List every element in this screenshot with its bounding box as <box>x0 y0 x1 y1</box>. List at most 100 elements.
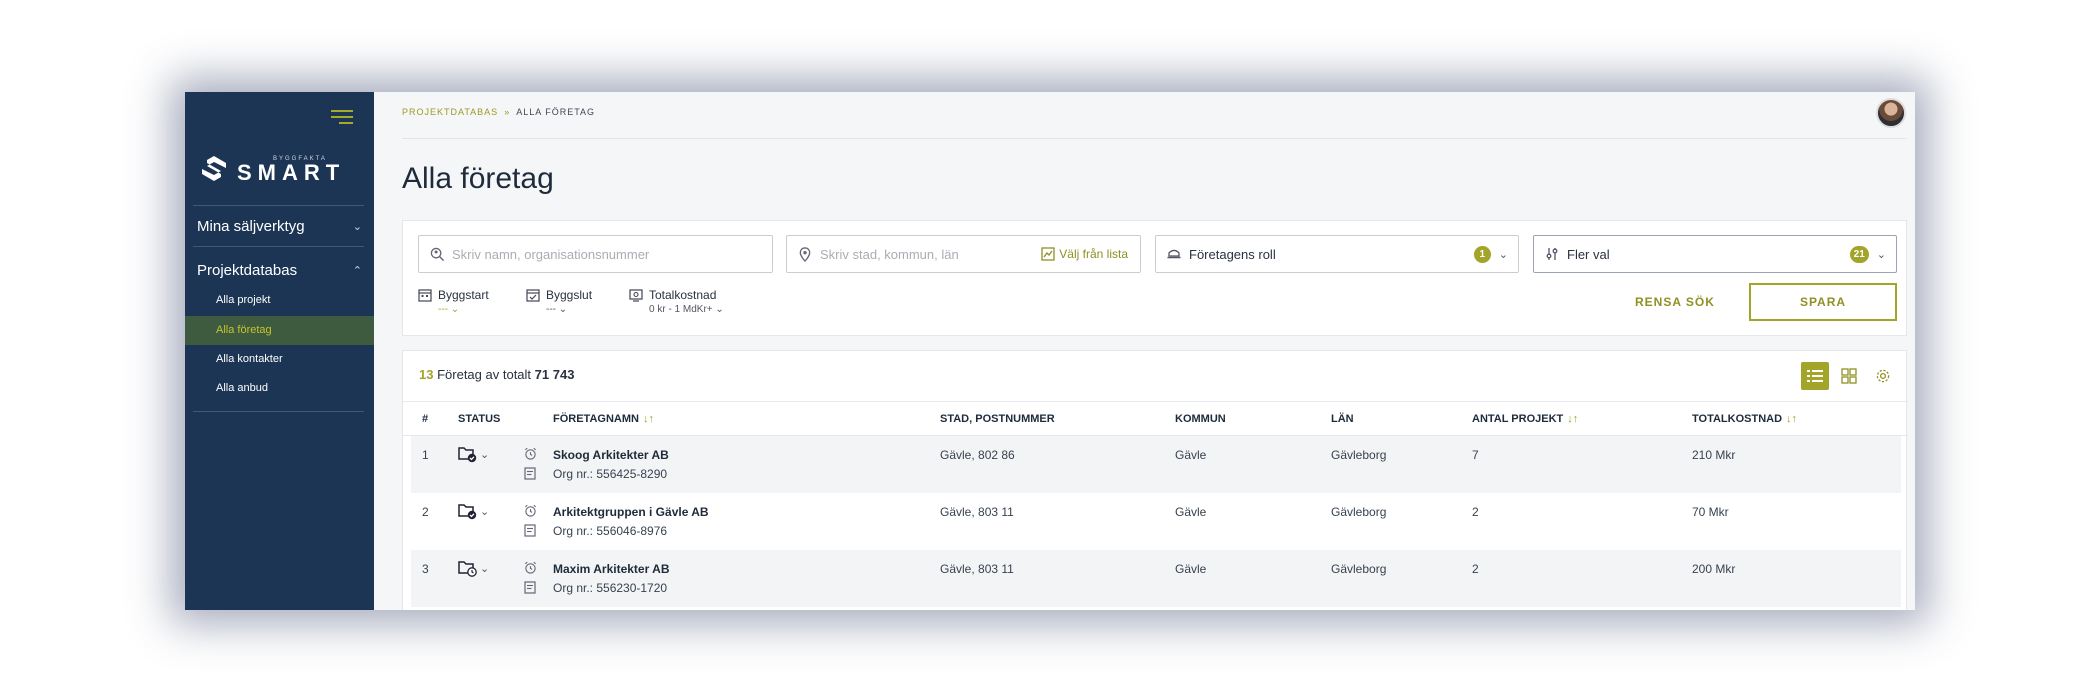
column-header-projects[interactable]: ANTAL PROJEKT ↓↑ <box>1472 413 1578 425</box>
sidebar-item-alla-anbud[interactable]: Alla anbud <box>185 374 374 403</box>
grid-view-button[interactable] <box>1835 362 1863 390</box>
search-placeholder: Skriv namn, organisationsnummer <box>452 246 650 262</box>
chevron-down-icon: ⌄ <box>480 448 490 461</box>
divider <box>193 411 364 412</box>
totalkostnad-label: Totalkostnad <box>649 288 717 302</box>
folder-clock-icon <box>458 561 477 577</box>
search-user-icon <box>428 245 446 263</box>
org-number: Org nr.: 556425-8290 <box>553 467 668 481</box>
role-icon <box>1165 245 1183 263</box>
org-number: Org nr.: 556230-1720 <box>553 581 668 595</box>
results-count-number: 13 <box>419 367 434 382</box>
lan-cell: Gävleborg <box>1331 448 1387 462</box>
list-icon <box>1807 370 1823 382</box>
table-settings-button[interactable] <box>1869 362 1897 390</box>
nav-section-label: Projektdatabas <box>197 262 298 279</box>
folder-check-icon <box>458 447 477 463</box>
org-number: Org nr.: 556046-8976 <box>553 524 668 538</box>
breadcrumb-link-projektdatabas[interactable]: PROJEKTDATABAS <box>402 107 498 117</box>
choose-from-list-label: Välj från lista <box>1059 247 1128 261</box>
cost-cell: 210 Mkr <box>1692 448 1736 462</box>
city-cell: Gävle, 802 86 <box>940 448 1015 462</box>
note-icon[interactable] <box>524 467 536 480</box>
company-search-input[interactable]: Skriv namn, organisationsnummer <box>418 235 773 273</box>
table-row[interactable]: 1 ⌄ Skoog Arkitekter AB Org nr.: 556425-… <box>411 436 1901 493</box>
company-name-link[interactable]: Arkitektgruppen i Gävle AB <box>553 505 709 519</box>
totalkostnad-value: 0 kr - 1 MdKr+ ⌄ <box>649 304 724 315</box>
more-filters-select[interactable]: Fler val 21 ⌄ <box>1533 235 1897 273</box>
status-button[interactable]: ⌄ <box>458 559 489 577</box>
byggslut-label: Byggslut <box>546 288 593 302</box>
avatar[interactable] <box>1876 98 1906 128</box>
sliders-icon <box>1543 245 1561 263</box>
results-count: 13 Företag av totalt 71 743 <box>419 367 574 382</box>
calendar-check-icon <box>526 289 540 302</box>
choose-from-list-button[interactable]: Välj från lista <box>1041 247 1128 261</box>
row-number: 3 <box>422 562 429 576</box>
city-cell: Gävle, 803 11 <box>940 505 1014 519</box>
location-search-input[interactable]: Skriv stad, kommun, län Välj från lista <box>786 235 1141 273</box>
table-row[interactable]: 2 ⌄ Arkitektgruppen i Gävle AB Org nr.: … <box>411 493 1901 550</box>
company-name-link[interactable]: Maxim Arkitekter AB <box>553 562 669 576</box>
sidebar-item-alla-projekt[interactable]: Alla projekt <box>185 286 374 315</box>
alarm-clock-icon[interactable] <box>524 504 537 517</box>
sidebar-item-alla-kontakter[interactable]: Alla kontakter <box>185 345 374 374</box>
note-icon[interactable] <box>524 581 536 594</box>
location-pin-icon <box>796 245 814 263</box>
menu-icon[interactable] <box>331 110 353 126</box>
lan-cell: Gävleborg <box>1331 562 1387 576</box>
kommun-cell: Gävle <box>1175 448 1207 462</box>
breadcrumb-separator: » <box>504 107 511 117</box>
save-button[interactable]: SPARA <box>1749 283 1897 321</box>
divider <box>193 205 364 206</box>
table-row[interactable]: 3 ⌄ Maxim Arkitekter AB Org nr.: 556230-… <box>411 550 1901 607</box>
column-header-city: STAD, POSTNUMMER <box>940 413 1055 425</box>
divider <box>193 246 364 247</box>
calendar-icon <box>418 289 432 302</box>
chevron-down-icon: ⌄ <box>352 221 362 233</box>
status-button[interactable]: ⌄ <box>458 445 489 463</box>
column-header-cost[interactable]: TOTALKOSTNAD ↓↑ <box>1692 413 1797 425</box>
app-window: BYGGFAKTA SMART Mina säljverktyg ⌄ Proje… <box>185 92 1915 610</box>
byggslut-filter[interactable]: Byggslut --- ⌄ <box>526 288 592 315</box>
note-icon[interactable] <box>524 524 536 537</box>
filter-panel: Skriv namn, organisationsnummer Skriv st… <box>402 220 1907 336</box>
results-panel: 13 Företag av totalt 71 743 # STATUS FÖR <box>402 350 1908 610</box>
sort-icon: ↓↑ <box>1567 413 1579 425</box>
folder-check-icon <box>458 504 477 520</box>
alarm-clock-icon[interactable] <box>524 447 537 460</box>
location-placeholder: Skriv stad, kommun, län <box>820 246 959 262</box>
chevron-down-icon: ⌄ <box>1498 248 1508 261</box>
row-number: 2 <box>422 505 429 519</box>
nav-section-mina-saljverktyg[interactable]: Mina säljverktyg ⌄ <box>197 218 362 235</box>
totalkostnad-filter[interactable]: Totalkostnad 0 kr - 1 MdKr+ ⌄ <box>629 288 724 315</box>
list-view-button[interactable] <box>1801 362 1829 390</box>
sidebar: BYGGFAKTA SMART Mina säljverktyg ⌄ Proje… <box>185 92 374 610</box>
byggstart-filter[interactable]: Byggstart --- ⌄ <box>418 288 489 315</box>
results-total: 71 743 <box>534 367 575 382</box>
chevron-down-icon: ⌄ <box>480 562 490 575</box>
column-header-name[interactable]: FÖRETAGNAMN ↓↑ <box>553 413 654 425</box>
status-button[interactable]: ⌄ <box>458 502 489 520</box>
logo[interactable]: BYGGFAKTA SMART <box>199 152 349 188</box>
results-count-text: Företag av totalt <box>437 367 532 382</box>
column-header-num: # <box>422 413 429 425</box>
projects-cell: 2 <box>1472 505 1479 519</box>
company-role-select[interactable]: Företagens roll 1 ⌄ <box>1155 235 1519 273</box>
role-label: Företagens roll <box>1189 246 1276 262</box>
logo-mark-icon <box>202 156 226 181</box>
sidebar-item-alla-foretag[interactable]: Alla företag <box>185 316 374 345</box>
kommun-cell: Gävle <box>1175 505 1207 519</box>
clear-search-button[interactable]: RENSA SÖK <box>1635 295 1715 309</box>
logo-wordmark: SMART <box>237 160 346 185</box>
view-toggles <box>1801 362 1897 390</box>
row-number: 1 <box>422 448 429 462</box>
alarm-clock-icon[interactable] <box>524 561 537 574</box>
breadcrumb: PROJEKTDATABAS » ALLA FÖRETAG <box>402 107 595 117</box>
cost-cell: 70 Mkr <box>1692 505 1729 519</box>
cost-icon <box>629 289 643 302</box>
projects-cell: 7 <box>1472 448 1479 462</box>
company-name-link[interactable]: Skoog Arkitekter AB <box>553 448 669 462</box>
byggstart-value: --- ⌄ <box>438 304 460 315</box>
nav-section-projektdatabas[interactable]: Projektdatabas ⌃ <box>197 262 362 279</box>
